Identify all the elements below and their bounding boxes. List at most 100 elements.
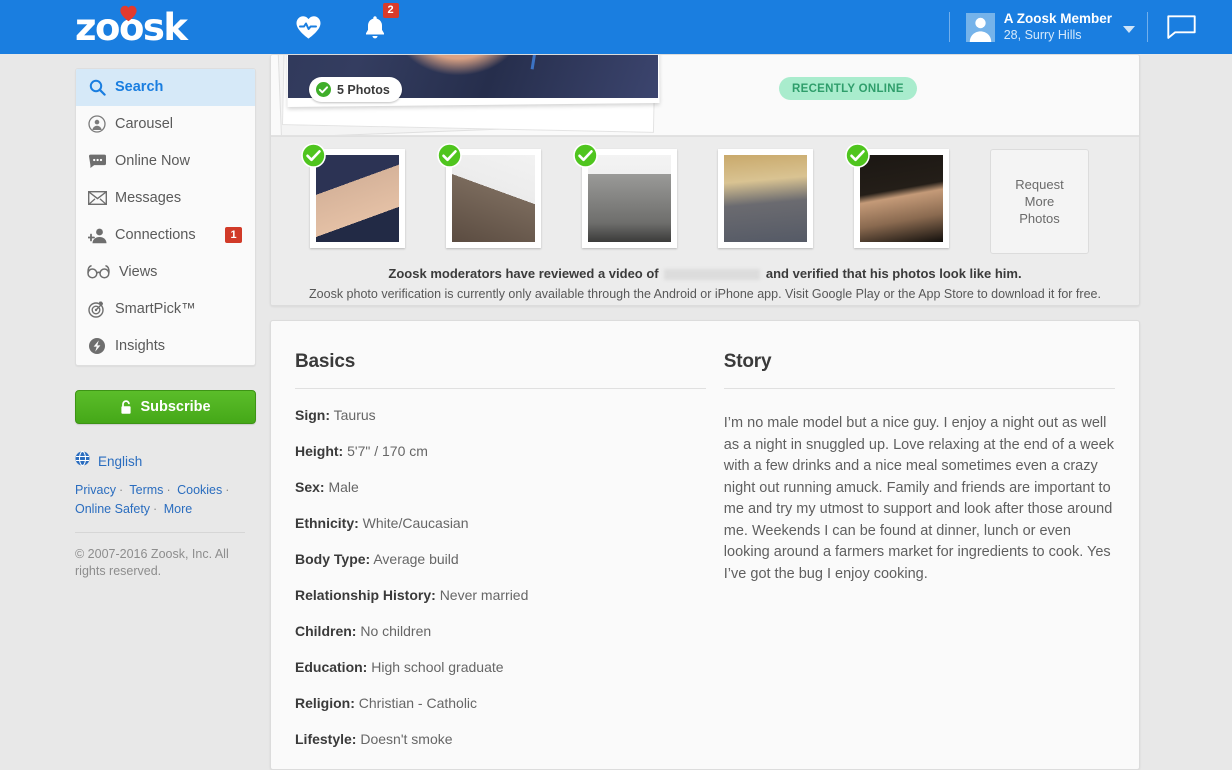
glasses-icon [87, 262, 111, 282]
redacted-name [664, 269, 761, 281]
fact-education: Education: High school graduate [295, 658, 706, 677]
chevron-down-icon[interactable] [1123, 25, 1135, 33]
fact-lifestyle: Lifestyle: Doesn't smoke [295, 730, 706, 749]
basics-title: Basics [295, 351, 356, 372]
zoosk-logo[interactable]: zoosk [75, 5, 188, 46]
sidebar-item-messages[interactable]: Messages [76, 180, 255, 217]
thumbnail-row: Request More Photos [301, 143, 1117, 254]
sidebar-item-connections[interactable]: Connections 1 [76, 217, 255, 254]
fact-value: 5'7" / 170 cm [347, 443, 428, 459]
user-menu-button[interactable]: A Zoosk Member 28, Surry Hills [950, 11, 1147, 42]
footer-links: Privacy · Terms · Cookies · Online Safety · … [75, 481, 245, 519]
sidebar-item-smartpick[interactable]: SmartPick™ [76, 291, 255, 328]
sidebar-item-online-now[interactable]: Online Now [76, 143, 255, 180]
sidebar-item-insights[interactable]: Insights [76, 328, 255, 365]
fact-value: No children [360, 623, 432, 639]
online-status-label: RECENTLY ONLINE [792, 82, 904, 95]
footer-link-online-safety[interactable]: Online Safety [75, 502, 150, 516]
footer-divider [75, 532, 245, 533]
sidebar-item-label: Messages [115, 190, 182, 206]
fact-value: Never married [439, 587, 529, 603]
request-more-photos-button[interactable]: Request More Photos [990, 149, 1089, 254]
fact-children: Children: No children [295, 622, 706, 641]
sidebar-item-search[interactable]: Search [76, 69, 255, 106]
photo-count-label: 5 Photos [337, 82, 390, 97]
story-title: Story [723, 351, 772, 372]
thumbnail-frame[interactable] [718, 149, 813, 248]
thumbnail-image [452, 155, 535, 242]
thumbnail-image [860, 155, 943, 242]
profile-photos-card: 5 Photos RECENTLY ONLINE Request More Ph… [270, 54, 1140, 306]
sidebar-item-label: Connections [115, 227, 196, 243]
person-silhouette-icon [969, 17, 991, 42]
story-divider [723, 388, 1115, 389]
carousel-icon [87, 114, 107, 134]
photo-count-badge[interactable]: 5 Photos [309, 77, 402, 102]
hero-photo-region: 5 Photos RECENTLY ONLINE [271, 55, 1139, 139]
language-label: English [98, 453, 143, 469]
subscribe-label: Subscribe [140, 399, 211, 415]
thumbnail-strip: Request More Photos Zoosk moderators hav… [271, 136, 1139, 305]
fact-ethnicity: Ethnicity: White/Caucasian [295, 514, 706, 533]
sidebar-item-label: Search [115, 79, 164, 95]
verification-text-a: Zoosk moderators have reviewed a video o… [388, 266, 659, 281]
fact-value: Taurus [333, 407, 376, 423]
subscribe-button[interactable]: Subscribe [75, 390, 256, 424]
chat-bubble-icon [1167, 14, 1196, 39]
avatar [965, 12, 995, 42]
thumbnail-item[interactable] [301, 143, 437, 254]
sidebar-item-carousel[interactable]: Carousel [76, 106, 255, 143]
chat-button[interactable] [1148, 14, 1212, 40]
header-user-area: A Zoosk Member 28, Surry Hills [948, 10, 1212, 44]
fact-label: Height: [295, 443, 344, 459]
lightning-circle-icon [87, 336, 107, 356]
fact-value: White/Caucasian [362, 515, 469, 531]
matches-button[interactable] [295, 15, 322, 40]
footer-link-more[interactable]: More [164, 502, 192, 516]
fact-label: Education: [295, 659, 368, 675]
page-body: Search Carousel Online Now Messages Conn… [0, 54, 1232, 770]
link-separator: · [225, 483, 230, 497]
profile-details-card: Basics Sign: Taurus Height: 5'7" / 170 c… [270, 320, 1140, 770]
verified-check-icon [301, 143, 326, 173]
footer-link-privacy[interactable]: Privacy [75, 483, 116, 497]
sidebar-item-label: Online Now [115, 153, 190, 169]
request-more-photos-item[interactable]: Request More Photos [981, 149, 1117, 254]
fact-label: Sign: [295, 407, 330, 423]
fact-label: Religion: [295, 695, 355, 711]
sidebar-item-label: Views [119, 264, 158, 280]
sidebar-item-label: SmartPick™ [115, 301, 196, 317]
thumbnail-item[interactable] [709, 149, 845, 254]
thumbnail-image [316, 155, 399, 242]
lock-icon [120, 399, 132, 415]
fact-body-type: Body Type: Average build [295, 550, 706, 569]
sidebar-item-label: Carousel [115, 116, 174, 132]
footer-link-cookies[interactable]: Cookies [177, 483, 222, 497]
thumbnail-item[interactable] [573, 143, 709, 254]
fact-label: Body Type: [295, 551, 371, 567]
basics-divider [295, 388, 706, 389]
fact-religion: Religion: Christian - Catholic [295, 694, 706, 713]
footer-link-terms[interactable]: Terms [129, 483, 163, 497]
story-section: Story I’m no male model but a nice guy. … [723, 351, 1115, 749]
main-content: 5 Photos RECENTLY ONLINE Request More Ph… [270, 54, 1140, 770]
fact-label: Children: [295, 623, 357, 639]
language-selector[interactable]: English [75, 451, 256, 471]
sidebar: Search Carousel Online Now Messages Conn… [75, 68, 256, 580]
thumbnail-item[interactable] [437, 143, 573, 254]
verified-check-icon [845, 143, 870, 173]
user-info: A Zoosk Member 28, Surry Hills [1004, 11, 1112, 42]
sidebar-item-label: Insights [115, 338, 165, 354]
envelope-icon [87, 188, 107, 208]
fact-label: Sex: [295, 479, 325, 495]
add-person-icon [87, 225, 107, 245]
link-separator: · [166, 483, 171, 497]
verification-text-b: and verified that his photos look like h… [765, 266, 1022, 281]
notifications-button[interactable]: 2 [364, 2, 399, 40]
fact-value: Christian - Catholic [358, 695, 478, 711]
globe-icon [75, 451, 90, 471]
verification-note: Zoosk photo verification is currently on… [309, 287, 1101, 301]
verification-headline: Zoosk moderators have reviewed a video o… [271, 266, 1139, 281]
thumbnail-item[interactable] [845, 143, 981, 254]
sidebar-item-views[interactable]: Views [76, 254, 255, 291]
